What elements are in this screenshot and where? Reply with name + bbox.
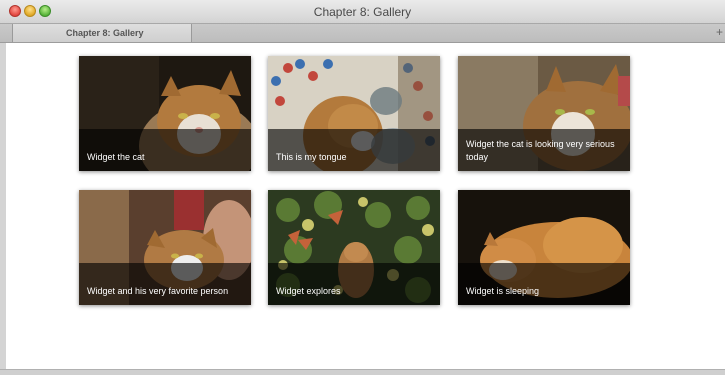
browser-window: Chapter 8: Gallery Chapter 8: Gallery + … bbox=[0, 0, 725, 375]
status-bar bbox=[0, 369, 725, 375]
tile-caption: Widget and his very favorite person bbox=[79, 263, 251, 305]
gallery-tile[interactable]: Widget and his very favorite person bbox=[79, 190, 251, 305]
plus-icon[interactable]: + bbox=[716, 26, 723, 38]
tab-gallery[interactable]: Chapter 8: Gallery bbox=[12, 24, 192, 42]
tile-caption: Widget explores bbox=[268, 263, 440, 305]
title-bar: Chapter 8: Gallery bbox=[0, 0, 725, 24]
tile-caption: This is my tongue bbox=[268, 129, 440, 171]
tile-caption: Widget the cat is looking very serious t… bbox=[458, 129, 630, 171]
gallery-tile[interactable]: This is my tongue bbox=[268, 56, 440, 171]
gallery-tile[interactable]: Widget the cat bbox=[79, 56, 251, 171]
gallery-tile[interactable]: Widget is sleeping bbox=[458, 190, 630, 305]
gallery-tile[interactable]: Widget the cat is looking very serious t… bbox=[458, 56, 630, 171]
tile-caption: Widget the cat bbox=[79, 129, 251, 171]
tab-bar: Chapter 8: Gallery + bbox=[0, 24, 725, 43]
window-title: Chapter 8: Gallery bbox=[313, 5, 412, 19]
gallery-tile[interactable]: Widget explores bbox=[268, 190, 440, 305]
tile-caption: Widget is sleeping bbox=[458, 263, 630, 305]
